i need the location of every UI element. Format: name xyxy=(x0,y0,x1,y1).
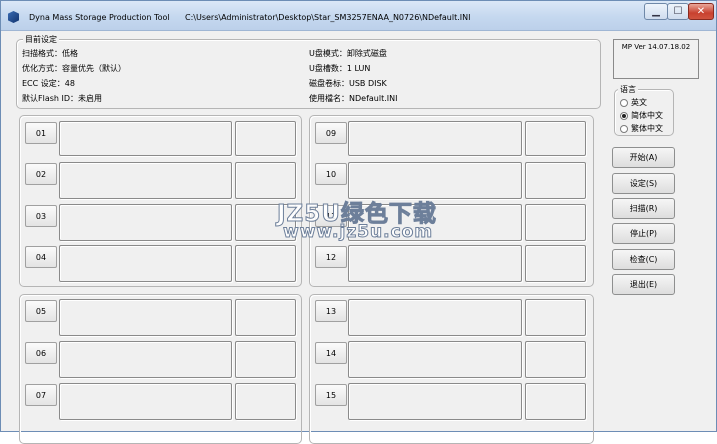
port-11-info xyxy=(525,204,586,241)
settings-button[interactable]: 设定(S) xyxy=(612,173,675,194)
language-option-traditional[interactable]: 繁体中文 xyxy=(620,123,663,134)
minimize-button[interactable]: ▁ xyxy=(644,3,668,20)
stop-button[interactable]: 停止(P) xyxy=(612,223,675,244)
port-12-button[interactable]: 12 xyxy=(315,246,347,268)
volume-label-text: 磁盘卷标：USB DISK xyxy=(309,79,387,88)
language-option-label: 简体中文 xyxy=(631,111,663,120)
radio-icon xyxy=(620,98,628,107)
udisk-count-text: U盘槽数：1 LUN xyxy=(309,64,371,73)
file-name-text: 使用檔名：NDefault.INI xyxy=(309,94,398,103)
port-01-info xyxy=(235,121,296,156)
port-15-info xyxy=(525,383,586,420)
version-box: MP Ver 14.07.18.02 xyxy=(613,39,699,79)
port-07-button[interactable]: 07 xyxy=(25,384,57,406)
language-option-english[interactable]: 英文 xyxy=(620,97,647,108)
port-14-status xyxy=(348,341,522,378)
exit-button[interactable]: 退出(E) xyxy=(612,274,675,295)
port-12-status xyxy=(348,245,522,282)
language-option-simplified[interactable]: 简体中文 xyxy=(620,110,663,121)
port-02-status xyxy=(59,162,232,199)
port-09-button[interactable]: 09 xyxy=(315,122,347,144)
watermark-url: www.jz5u.com xyxy=(282,222,434,243)
close-icon: ✕ xyxy=(696,6,706,17)
port-05-button[interactable]: 05 xyxy=(25,300,57,322)
port-05-status xyxy=(59,299,232,336)
port-09-status xyxy=(348,121,522,156)
port-10-info xyxy=(525,162,586,199)
port-07-info xyxy=(235,383,296,420)
port-12-info xyxy=(525,245,586,282)
port-06-button[interactable]: 06 xyxy=(25,342,57,364)
port-06-info xyxy=(235,341,296,378)
port-01-status xyxy=(59,121,232,156)
scan-button[interactable]: 扫描(R) xyxy=(612,198,675,219)
port-04-status xyxy=(59,245,232,282)
radio-selected-icon xyxy=(620,111,628,120)
language-option-label: 英文 xyxy=(631,98,647,107)
udisk-mode-text: U盘模式：卸除式磁盘 xyxy=(309,49,387,58)
port-15-status xyxy=(348,383,522,420)
port-14-info xyxy=(525,341,586,378)
port-15-button[interactable]: 15 xyxy=(315,384,347,406)
port-10-button[interactable]: 10 xyxy=(315,163,347,185)
port-01-button[interactable]: 01 xyxy=(25,122,57,144)
port-03-button[interactable]: 03 xyxy=(25,205,57,227)
port-14-button[interactable]: 14 xyxy=(315,342,347,364)
close-button[interactable]: ✕ xyxy=(688,3,714,20)
version-text: MP Ver 14.07.18.02 xyxy=(621,43,691,51)
language-option-label: 繁体中文 xyxy=(631,124,663,133)
optimize-mode-text: 优化方式：容量优先（默认） xyxy=(22,64,126,73)
language-group-title: 语言 xyxy=(618,84,638,95)
flash-id-text: 默认Flash ID：未启用 xyxy=(22,94,103,103)
port-04-info xyxy=(235,245,296,282)
port-05-info xyxy=(235,299,296,336)
settings-group-title: 目前设定 xyxy=(23,34,59,45)
start-button[interactable]: 开始(A) xyxy=(612,147,675,168)
main-window: Dyna Mass Storage Production Tool C:\Use… xyxy=(0,0,717,444)
port-13-button[interactable]: 13 xyxy=(315,300,347,322)
port-06-status xyxy=(59,341,232,378)
ecc-text: ECC 设定：48 xyxy=(22,79,75,88)
check-button[interactable]: 检查(C) xyxy=(612,249,675,270)
title-bar[interactable]: Dyna Mass Storage Production Tool C:\Use… xyxy=(1,1,716,31)
maximize-button[interactable]: ☐ xyxy=(667,3,689,20)
port-13-status xyxy=(348,299,522,336)
window-file-path: C:\Users\Administrator\Desktop\Star_SM32… xyxy=(185,13,471,22)
port-13-info xyxy=(525,299,586,336)
port-02-button[interactable]: 02 xyxy=(25,163,57,185)
port-09-info xyxy=(525,121,586,156)
port-04-button[interactable]: 04 xyxy=(25,246,57,268)
scan-format-text: 扫描格式：低格 xyxy=(22,49,78,58)
app-cube-icon xyxy=(8,11,19,23)
radio-icon xyxy=(620,124,628,133)
port-03-status xyxy=(59,204,232,241)
maximize-icon: ☐ xyxy=(673,6,683,17)
window-app-title: Dyna Mass Storage Production Tool xyxy=(29,13,170,22)
port-07-status xyxy=(59,383,232,420)
minimize-icon: ▁ xyxy=(652,6,660,17)
